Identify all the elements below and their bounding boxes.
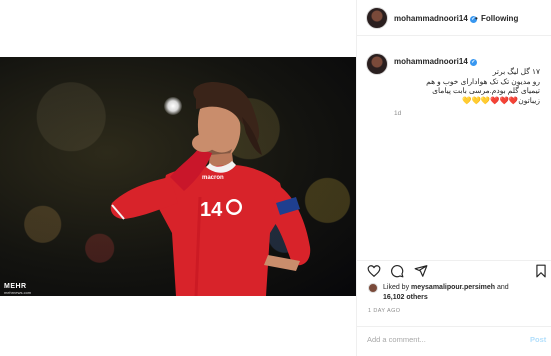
- header-username-text[interactable]: mohammadnoori14: [394, 14, 468, 23]
- instagram-post: macron 14 MEHR mehrnews.com mohammadnoor…: [0, 0, 551, 356]
- likes-text: Liked by meysamalipour.persimeh and 16,1…: [383, 283, 548, 303]
- action-bar: [357, 260, 551, 280]
- caption-line: رو مدیون تک تک هوادارای خوب و هم: [426, 76, 540, 86]
- header-username[interactable]: mohammadnoori14 ✓: [394, 14, 477, 23]
- caption-time[interactable]: 1d: [394, 110, 401, 117]
- photo-watermark-sub: mehrnews.com: [4, 290, 32, 295]
- caption-username[interactable]: mohammadnoori14 ✓: [394, 57, 477, 66]
- caption-line: ۱۷ گل لیگ برتر: [492, 67, 540, 76]
- comment-input[interactable]: [367, 335, 517, 344]
- comment-bar: Post: [357, 326, 551, 356]
- caption-line: تیمیای گلم بودم.مرسی بابت پیامای: [432, 86, 540, 95]
- avatar[interactable]: [366, 7, 388, 29]
- comment-icon[interactable]: [390, 264, 404, 278]
- following-button[interactable]: Following: [481, 14, 518, 23]
- liker-avatar[interactable]: [368, 283, 378, 293]
- bookmark-icon[interactable]: [534, 264, 548, 278]
- share-icon[interactable]: [414, 264, 428, 278]
- post-comment-button[interactable]: Post: [530, 335, 546, 344]
- liker-username[interactable]: meysamalipour.persimeh: [411, 284, 495, 291]
- likes-count[interactable]: 16,102 others: [383, 294, 428, 301]
- caption-line: زیباتون❤️❤️❤️💛💛💛: [462, 95, 540, 105]
- jersey-number: 14: [200, 199, 223, 221]
- header-separator: •: [475, 14, 478, 23]
- post-header: mohammadnoori14 ✓ • Following: [357, 0, 551, 36]
- post-photo[interactable]: macron 14 MEHR mehrnews.com: [0, 57, 356, 296]
- verified-icon: ✓: [469, 59, 477, 66]
- caption-avatar[interactable]: [366, 53, 388, 75]
- football-player-illustration: [110, 81, 311, 296]
- likes-prefix: Liked by: [383, 284, 412, 291]
- caption-username-text[interactable]: mohammadnoori14: [394, 57, 468, 66]
- likes-joiner: and: [495, 284, 509, 291]
- jersey-brand: macron: [202, 175, 224, 181]
- photo-watermark: MEHR: [4, 283, 27, 290]
- caption-text: ۱۷ گل لیگ برتر رو مدیون تک تک هوادارای خ…: [394, 67, 540, 105]
- likes-row: Liked by meysamalipour.persimeh and 16,1…: [357, 281, 551, 305]
- post-timestamp[interactable]: 1 DAY AGO: [368, 308, 400, 314]
- heart-icon[interactable]: [367, 264, 381, 278]
